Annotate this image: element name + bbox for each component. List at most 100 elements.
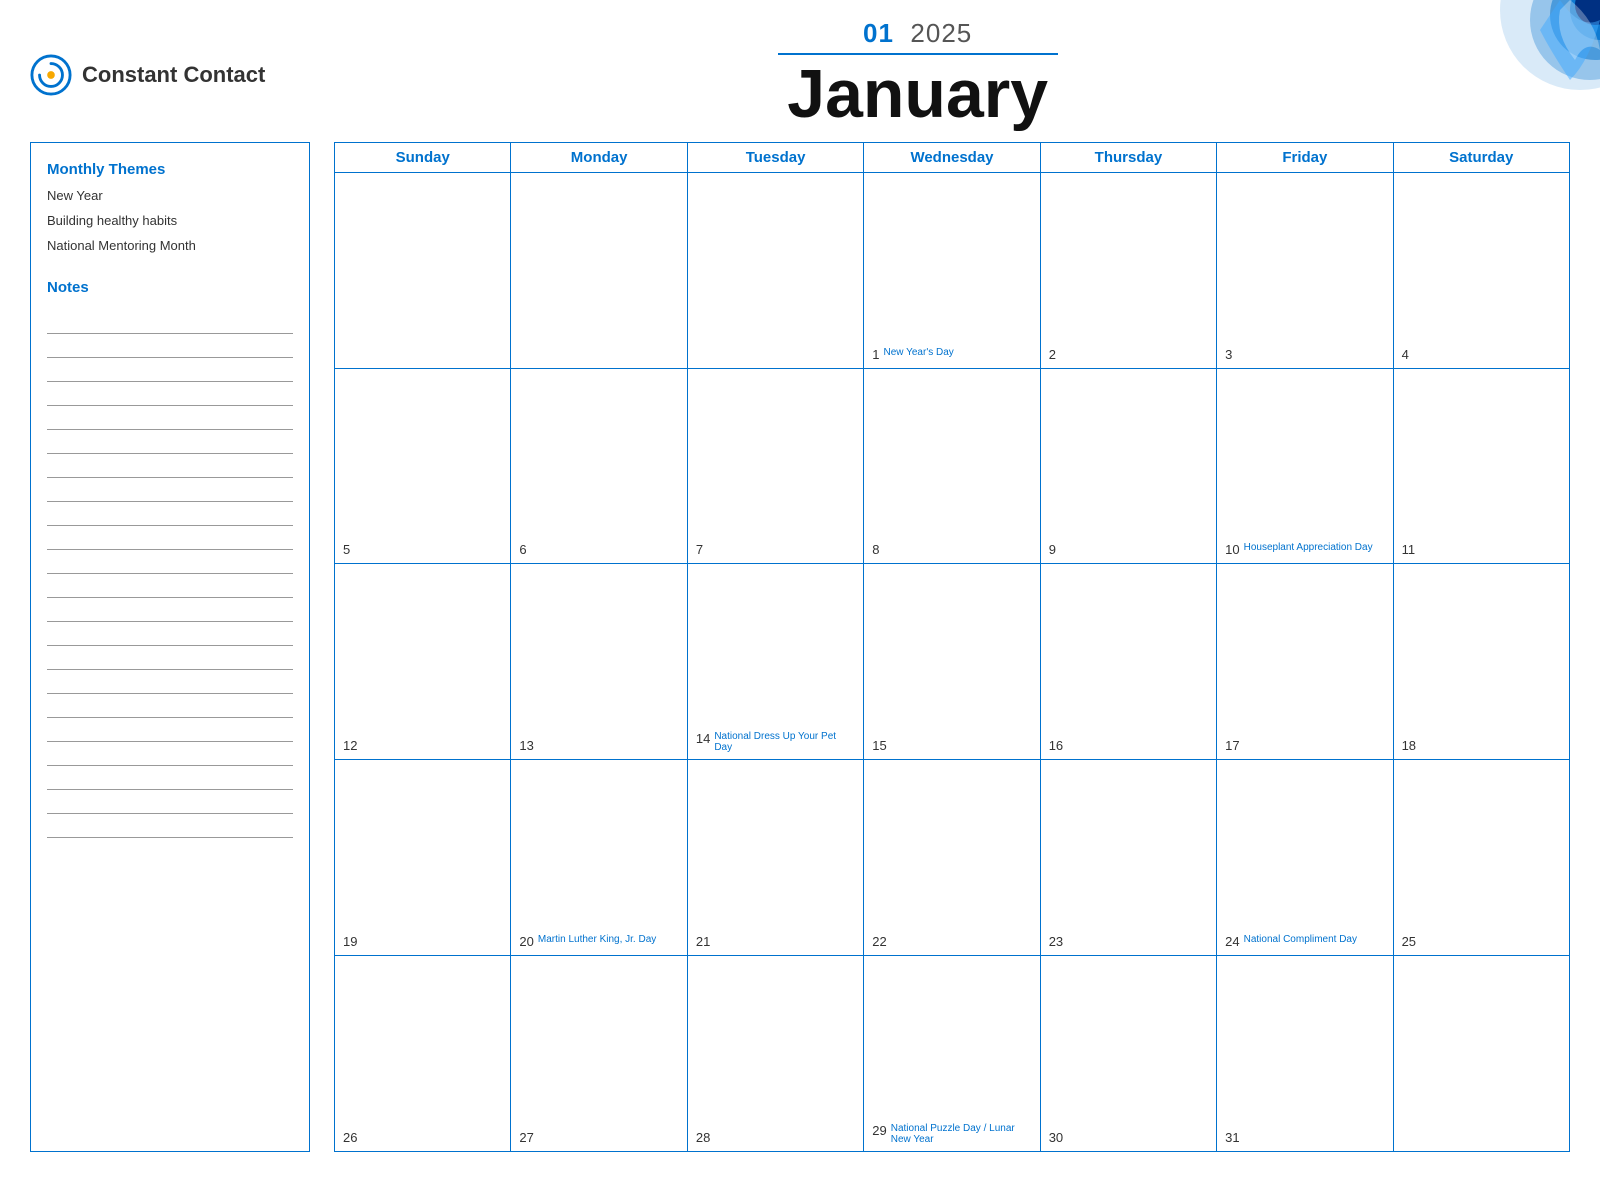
day-header-friday: Friday [1217,143,1393,173]
week-5: 26 27 28 29 National Puzzle Day / Lunar … [334,956,1570,1152]
date-number: 28 [696,1130,710,1145]
note-line[interactable] [47,646,293,670]
date-number: 7 [696,542,703,557]
cal-cell-jan27: 27 [511,956,687,1152]
note-line[interactable] [47,742,293,766]
note-line[interactable] [47,670,293,694]
note-line[interactable] [47,502,293,526]
date-number: 9 [1049,542,1056,557]
date-number: 26 [343,1130,357,1145]
cal-cell-jan7: 7 [688,369,864,565]
cal-cell-empty-end [1394,956,1570,1152]
cal-cell-empty [335,173,511,369]
theme-item-2: Building healthy habits [47,213,293,228]
note-line[interactable] [47,430,293,454]
themes-title: Monthly Themes [47,161,293,178]
note-line[interactable] [47,718,293,742]
cal-cell-jan20: 20 Martin Luther King, Jr. Day [511,760,687,956]
date-number: 3 [1225,347,1232,362]
date-number: 20 [519,934,533,949]
cal-cell-jan23: 23 [1041,760,1217,956]
week-4: 19 20 Martin Luther King, Jr. Day 21 22 … [334,760,1570,956]
cal-cell-jan14: 14 National Dress Up Your Pet Day [688,564,864,760]
date-number: 5 [343,542,350,557]
date-number: 12 [343,738,357,753]
notes-lines [47,310,293,1135]
note-line[interactable] [47,766,293,790]
calendar-area: Sunday Monday Tuesday Wednesday Thursday… [334,142,1570,1152]
corner-graphic [1440,0,1600,140]
cal-cell-jan1: 1 New Year's Day [864,173,1040,369]
note-line[interactable] [47,526,293,550]
note-line[interactable] [47,310,293,334]
cal-cell-jan11: 11 [1394,369,1570,565]
cal-cell-jan13: 13 [511,564,687,760]
date-number: 14 [696,731,710,746]
date-number: 15 [872,738,886,753]
week-3: 12 13 14 National Dress Up Your Pet Day … [334,564,1570,760]
day-header-saturday: Saturday [1394,143,1570,173]
cell-event: Houseplant Appreciation Day [1244,542,1373,553]
cal-cell-jan28: 28 [688,956,864,1152]
note-line[interactable] [47,358,293,382]
note-line[interactable] [47,694,293,718]
year: 2025 [910,18,972,48]
cal-cell-jan25: 25 [1394,760,1570,956]
date-number: 2 [1049,347,1056,362]
note-line[interactable] [47,454,293,478]
date-number: 18 [1402,738,1416,753]
date-number: 24 [1225,934,1239,949]
note-line[interactable] [47,790,293,814]
date-number: 4 [1402,347,1409,362]
month-name: January [265,57,1570,132]
date-number: 6 [519,542,526,557]
cal-cell-jan3: 3 [1217,173,1393,369]
date-number: 13 [519,738,533,753]
day-header-thursday: Thursday [1041,143,1217,173]
month-number: 01 [863,18,894,48]
cal-cell-jan6: 6 [511,369,687,565]
note-line[interactable] [47,406,293,430]
cal-cell-jan18: 18 [1394,564,1570,760]
note-line[interactable] [47,550,293,574]
date-number: 31 [1225,1130,1239,1145]
cal-cell-jan12: 12 [335,564,511,760]
cell-event: National Puzzle Day / Lunar New Year [891,1123,1032,1145]
logo-icon [30,54,72,96]
cal-cell-jan16: 16 [1041,564,1217,760]
note-line[interactable] [47,814,293,838]
cal-cell-jan17: 17 [1217,564,1393,760]
cal-cell-jan21: 21 [688,760,864,956]
sidebar: Monthly Themes New Year Building healthy… [30,142,310,1152]
note-line[interactable] [47,574,293,598]
month-number-year: 01 2025 [265,18,1570,49]
note-line[interactable] [47,598,293,622]
cell-event: National Dress Up Your Pet Day [714,731,855,753]
date-number: 29 [872,1123,886,1138]
date-number: 25 [1402,934,1416,949]
note-line[interactable] [47,622,293,646]
notes-title: Notes [47,279,293,296]
calendar-header-row: Sunday Monday Tuesday Wednesday Thursday… [334,142,1570,173]
header-underline [778,53,1058,55]
note-line[interactable] [47,478,293,502]
date-number: 10 [1225,542,1239,557]
cell-event: Martin Luther King, Jr. Day [538,934,656,945]
cal-cell-jan30: 30 [1041,956,1217,1152]
note-line[interactable] [47,382,293,406]
day-header-wednesday: Wednesday [864,143,1040,173]
date-number: 1 [872,347,879,362]
theme-item-3: National Mentoring Month [47,238,293,253]
date-number: 21 [696,934,710,949]
date-number: 19 [343,934,357,949]
date-number: 23 [1049,934,1063,949]
cal-cell-jan22: 22 [864,760,1040,956]
week-1: 1 New Year's Day 2 3 4 [334,173,1570,369]
cal-cell-jan4: 4 [1394,173,1570,369]
cal-cell-jan10: 10 Houseplant Appreciation Day [1217,369,1393,565]
date-number: 17 [1225,738,1239,753]
main-layout: Monthly Themes New Year Building healthy… [0,132,1600,1162]
month-title-area: 01 2025 January [265,18,1570,132]
cal-cell-jan24: 24 National Compliment Day [1217,760,1393,956]
note-line[interactable] [47,334,293,358]
